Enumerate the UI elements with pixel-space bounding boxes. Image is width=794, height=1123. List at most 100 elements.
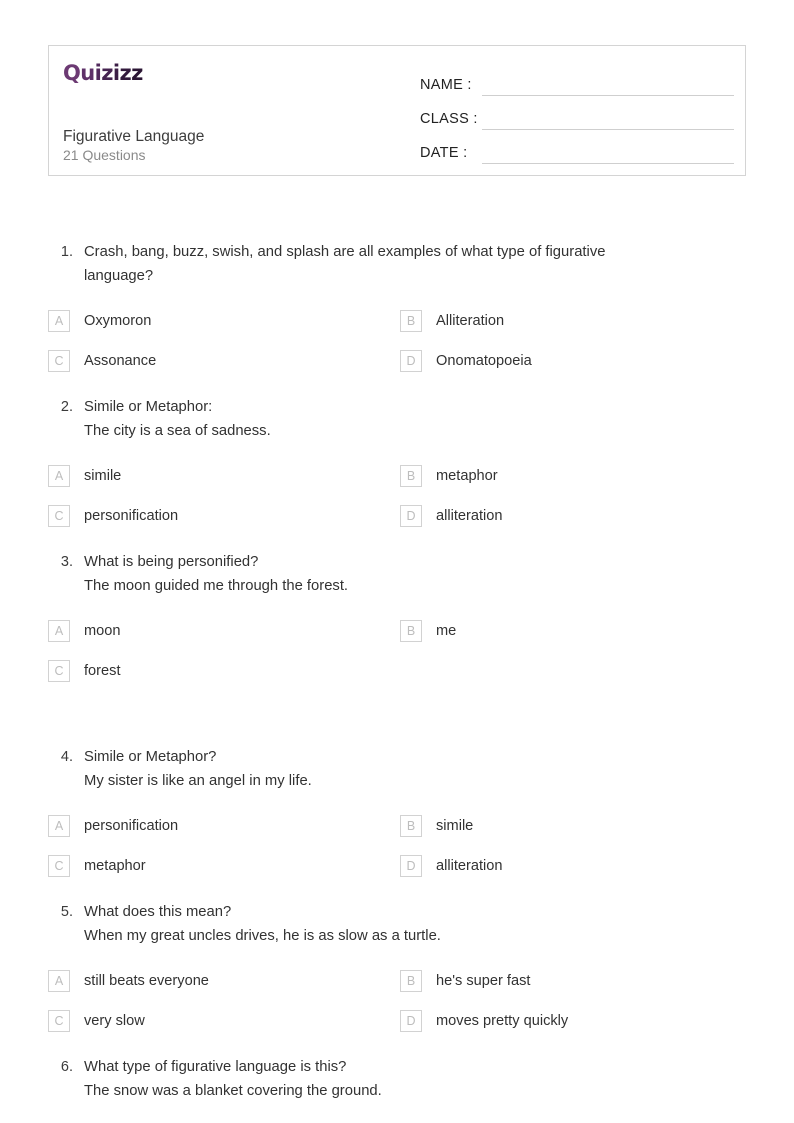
answer-options: Amoon Bme Cforest (48, 611, 746, 731)
question-prompt-line-1: Crash, bang, buzz, swish, and splash are… (84, 244, 606, 260)
option-label: metaphor (84, 858, 146, 874)
answer-options: Apersonification Bsimile Cmetaphor Dalliter… (48, 806, 746, 886)
answer-option-c[interactable]: C Assonance (48, 341, 400, 381)
logo-letter-z3: z (131, 61, 143, 85)
question-prompt: Crash, bang, buzz, swish, and splash are… (84, 240, 605, 288)
class-field-row: CLASS : (420, 96, 734, 130)
answer-option-d[interactable]: Dalliteration (400, 496, 746, 536)
option-letter-box[interactable]: A (48, 815, 70, 837)
option-letter-box[interactable]: D (400, 505, 422, 527)
question-header: 4. Simile or Metaphor? My sister is like a… (48, 733, 746, 793)
question-item: 6. What type of figurative language is th… (48, 1043, 746, 1103)
answer-option-b[interactable]: Bme (400, 611, 746, 651)
answer-option-c[interactable]: Cpersonification (48, 496, 400, 536)
answer-option-a[interactable]: Apersonification (48, 806, 400, 846)
question-header: 2. Simile or Metaphor: The city is a sea o… (48, 383, 746, 443)
student-info-fields: NAME : CLASS : DATE : (404, 46, 745, 175)
option-label: Alliteration (436, 313, 505, 329)
answer-option-b[interactable]: Bmetaphor (400, 456, 746, 496)
option-letter-box[interactable]: D (400, 1010, 422, 1032)
answer-option-b[interactable]: B Alliteration (400, 301, 746, 341)
question-list: 1. Crash, bang, buzz, swish, and splash a… (48, 228, 746, 1105)
question-header: 5. What does this mean? When my great uncl… (48, 888, 746, 948)
logo-letter-u: u (80, 61, 95, 85)
option-label: personification (84, 818, 179, 834)
class-field-input[interactable] (482, 110, 734, 130)
question-prompt: Simile or Metaphor? My sister is like an … (84, 745, 312, 793)
question-number: 2. (60, 399, 73, 415)
option-letter-box[interactable]: B (400, 465, 422, 487)
header-left-panel: Quizizz Figurative Language 21 Questions (49, 46, 404, 175)
option-letter-box[interactable]: A (48, 620, 70, 642)
question-item: 5. What does this mean? When my great uncl… (48, 888, 746, 1041)
logo-letter-z1: z (101, 61, 113, 85)
option-letter-box[interactable]: A (48, 310, 70, 332)
question-prompt-line-1: What is being personified? (84, 554, 259, 570)
option-letter-box[interactable]: C (48, 350, 70, 372)
answer-option-d[interactable]: Dalliteration (400, 846, 746, 886)
logo-letter-z2: z (119, 61, 132, 85)
question-header: 6. What type of figurative language is th… (48, 1043, 746, 1103)
option-label: personification (84, 508, 179, 524)
worksheet-page: Quizizz Figurative Language 21 Questions… (0, 0, 794, 1123)
answer-option-c[interactable]: Cmetaphor (48, 846, 400, 886)
question-prompt-line-1: What type of figurative language is this… (84, 1059, 347, 1075)
option-label: forest (84, 663, 121, 679)
answer-option-a[interactable]: Amoon (48, 611, 400, 651)
answer-option-a[interactable]: A Oxymoron (48, 301, 400, 341)
answer-option-b[interactable]: Bhe's super fast (400, 961, 746, 1001)
option-letter-box[interactable]: B (400, 970, 422, 992)
answer-option-d[interactable]: D Onomatopoeia (400, 341, 746, 381)
answer-option-a[interactable]: Asimile (48, 456, 400, 496)
question-number: 5. (60, 904, 73, 920)
option-letter-box[interactable]: D (400, 350, 422, 372)
date-field-row: DATE : (420, 130, 734, 164)
option-letter-box[interactable]: C (48, 505, 70, 527)
option-label: very slow (84, 1013, 145, 1029)
name-field-row: NAME : (420, 62, 734, 96)
option-letter-box[interactable]: C (48, 1010, 70, 1032)
option-label: Onomatopoeia (436, 353, 532, 369)
option-letter-box[interactable]: B (400, 620, 422, 642)
logo-letter-q: Q (63, 61, 81, 85)
question-number: 4. (60, 749, 73, 765)
question-prompt-line-2: The moon guided me through the forest. (84, 578, 349, 594)
date-field-input[interactable] (482, 144, 734, 164)
question-prompt-line-2: When my great uncles drives, he is as sl… (84, 928, 441, 944)
option-letter-box[interactable]: A (48, 465, 70, 487)
question-header: 1. Crash, bang, buzz, swish, and splash a… (48, 228, 746, 288)
question-number: 3. (60, 554, 73, 570)
option-letter-box[interactable]: C (48, 660, 70, 682)
quiz-question-count: 21 Questions (63, 147, 146, 163)
option-letter-box[interactable]: B (400, 815, 422, 837)
question-item: 1. Crash, bang, buzz, swish, and splash a… (48, 228, 746, 381)
answer-option-b[interactable]: Bsimile (400, 806, 746, 846)
option-label: still beats everyone (84, 973, 209, 989)
option-label: metaphor (436, 468, 498, 484)
option-label: alliteration (436, 858, 503, 874)
option-label: moon (84, 623, 121, 639)
answer-option-d[interactable]: Dmoves pretty quickly (400, 1001, 746, 1041)
answer-option-c[interactable]: Cvery slow (48, 1001, 400, 1041)
option-label: me (436, 623, 457, 639)
question-prompt-line-2: The snow was a blanket covering the grou… (84, 1083, 382, 1099)
option-label: moves pretty quickly (436, 1013, 569, 1029)
option-label: Assonance (84, 353, 157, 369)
question-item: 3. What is being personified? The moon gui… (48, 538, 746, 731)
question-number: 1. (60, 244, 73, 260)
option-letter-box[interactable]: B (400, 310, 422, 332)
option-label: he's super fast (436, 973, 531, 989)
question-prompt-line-1: Simile or Metaphor? (84, 749, 217, 765)
option-label: simile (84, 468, 122, 484)
option-letter-box[interactable]: A (48, 970, 70, 992)
option-letter-box[interactable]: C (48, 855, 70, 877)
answer-option-c[interactable]: Cforest (48, 651, 400, 691)
question-prompt: What does this mean? When my great uncles… (84, 900, 441, 948)
name-field-input[interactable] (482, 76, 734, 96)
question-prompt: Simile or Metaphor: The city is a sea of … (84, 395, 271, 443)
option-letter-box[interactable]: D (400, 855, 422, 877)
class-field-label: CLASS : (420, 111, 478, 127)
question-item: 2. Simile or Metaphor: The city is a sea o… (48, 383, 746, 536)
answer-options: A Oxymoron B Alliteration C Assonance D Onomato… (48, 301, 746, 381)
answer-option-a[interactable]: Astill beats everyone (48, 961, 400, 1001)
